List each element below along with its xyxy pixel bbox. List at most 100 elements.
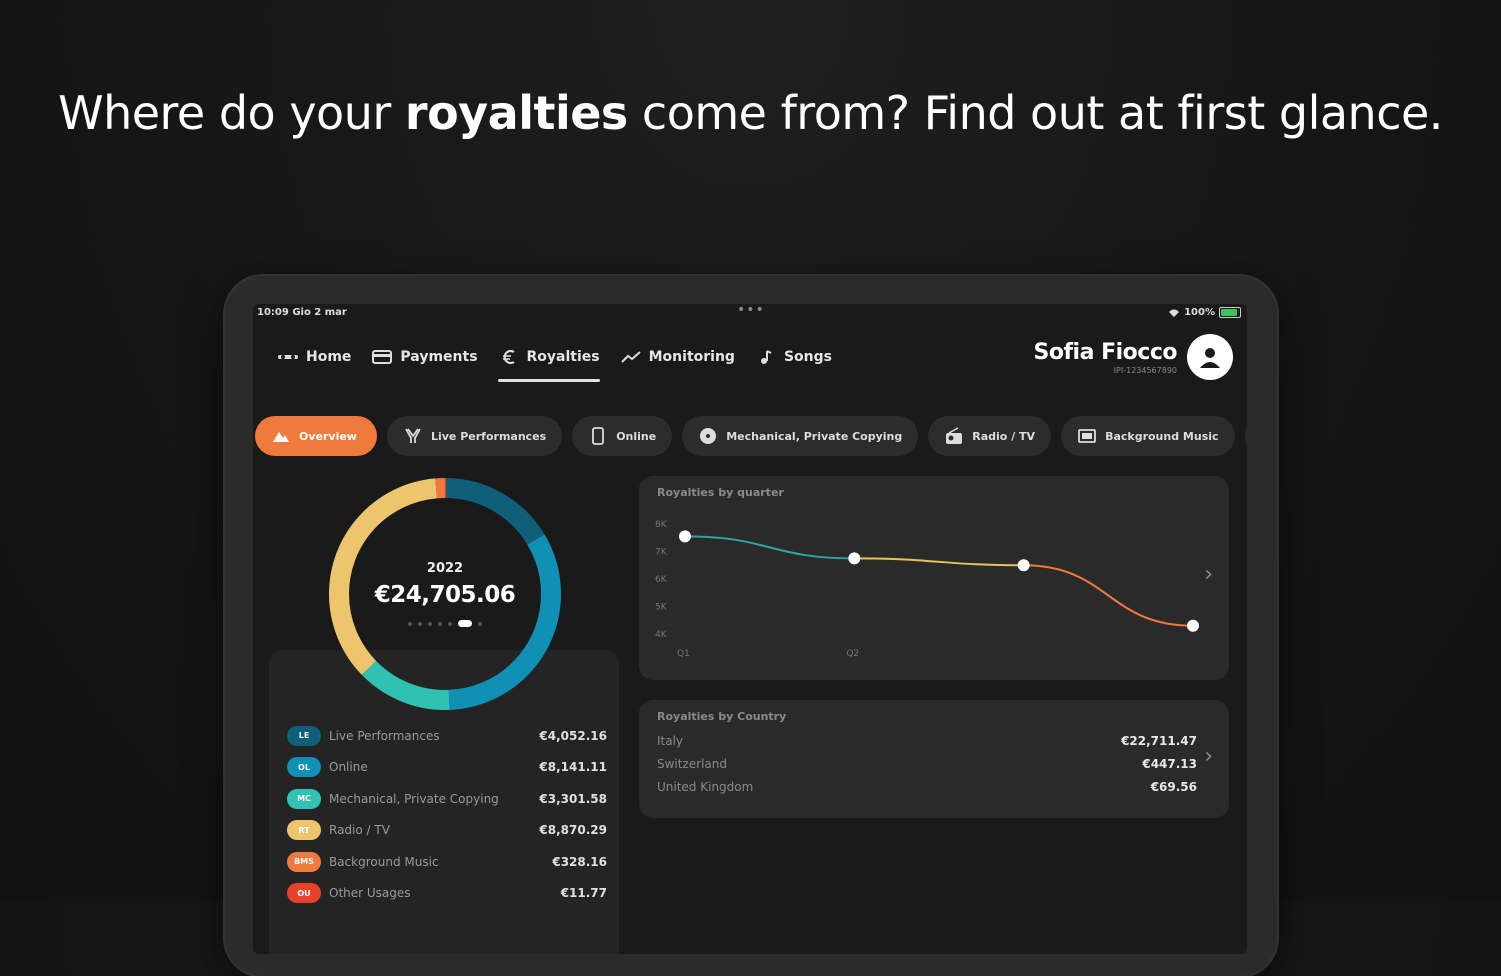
y-tick-label: 7K — [655, 548, 668, 558]
category-chips: Overview Live Performances Online Mechan… — [255, 416, 1247, 456]
live-icon — [405, 428, 421, 443]
nav-label: Payments — [400, 349, 478, 365]
chip-label: Overview — [299, 429, 357, 443]
nav-item-songs[interactable]: Songs — [755, 342, 832, 372]
country-name: United Kingdom — [657, 780, 754, 794]
country-value: €22,711.47 — [1121, 734, 1197, 748]
trend-icon — [620, 351, 641, 363]
legend-label: Other Usages — [329, 886, 411, 901]
category-badge: RT — [287, 820, 321, 841]
disc-icon — [700, 428, 717, 444]
category-badge: MC — [287, 788, 321, 809]
user-id: IPI-1234567890 — [1113, 365, 1177, 375]
chip-live-performances[interactable]: Live Performances — [386, 416, 563, 456]
legend-row[interactable]: OL Online €8,141.11 — [287, 752, 607, 784]
country-value: €447.13 — [1142, 757, 1197, 771]
multitask-dots[interactable]: ••• — [737, 304, 765, 318]
chip-background-music[interactable]: Background Music — [1061, 416, 1235, 456]
category-badge: OL — [287, 757, 321, 778]
main-nav: Home Payments Royalties Monitoring Songs — [277, 342, 852, 382]
headline-bold: royalties — [404, 86, 628, 140]
quarter-card[interactable]: Royalties by quarter 8K 7K 6K 5K 4K Q1 Q2 › — [639, 476, 1229, 680]
nav-item-payments[interactable]: Payments — [371, 342, 478, 372]
user-profile[interactable]: Sofia Fiocco IPI-1234567890 — [1034, 334, 1233, 380]
legend-label: Radio / TV — [329, 823, 390, 838]
data-point[interactable] — [679, 530, 691, 543]
country-name: Italy — [657, 734, 684, 748]
chip-label: Live Performances — [430, 429, 547, 443]
country-card-title: Royalties by Country — [657, 710, 787, 723]
battery-percent: 100% — [1184, 307, 1215, 318]
music-note-icon — [760, 350, 772, 364]
headline-part1: Where do your — [58, 86, 405, 140]
donut-year: 2022 — [426, 561, 464, 576]
data-point[interactable] — [1017, 559, 1030, 572]
category-badge: BMS — [287, 851, 321, 872]
legend-value: €8,141.11 — [539, 760, 607, 775]
donut-pager[interactable] — [408, 620, 482, 627]
chip-online[interactable]: Online — [572, 416, 673, 456]
legend-value: €4,052.16 — [539, 728, 607, 743]
legend-label: Mechanical, Private Copying — [329, 791, 499, 806]
royalties-donut[interactable]: 2022 €24,705.06 — [327, 476, 563, 712]
legend-row[interactable]: MC Mechanical, Private Copying €3,301.58 — [287, 783, 607, 815]
legend-value: €8,870.29 — [539, 823, 607, 838]
series-line-segment — [854, 557, 1024, 567]
nav-item-monitoring[interactable]: Monitoring — [620, 342, 735, 372]
country-row: United Kingdom €69.56 — [657, 780, 1197, 794]
category-badge: LE — [287, 725, 321, 746]
legend-row[interactable]: LE Live Performances €4,052.16 — [287, 720, 607, 752]
nav-item-home[interactable]: Home — [277, 342, 351, 372]
x-tick-label: Q1 — [677, 649, 690, 659]
y-tick-label: 6K — [655, 575, 668, 585]
radio-icon — [946, 427, 963, 444]
data-point[interactable] — [848, 552, 861, 565]
x-tick-label: Q2 — [846, 649, 859, 659]
overview-icon — [273, 432, 289, 442]
series-line-segment — [1023, 564, 1194, 627]
chip-other[interactable]: O — [1244, 416, 1247, 456]
nav-label: Songs — [783, 349, 832, 365]
nav-label: Monitoring — [648, 349, 735, 365]
legend-value: €328.16 — [552, 854, 607, 869]
chevron-right-icon[interactable]: › — [1204, 562, 1213, 587]
wifi-icon — [1169, 309, 1180, 317]
legend-row[interactable]: RT Radio / TV €8,870.29 — [287, 815, 607, 847]
y-tick-label: 5K — [655, 603, 668, 613]
phone-icon — [592, 427, 605, 445]
country-row: Switzerland €447.13 — [657, 757, 1197, 771]
status-time: 10:09 Gio 2 mar — [257, 307, 347, 318]
status-right: 100% — [1168, 307, 1241, 318]
country-row: Italy €22,711.47 — [657, 734, 1197, 748]
nav-label: Home — [306, 349, 352, 365]
chip-label: Online — [616, 429, 657, 443]
euro-icon — [502, 349, 515, 365]
legend-row[interactable]: BMS Background Music €328.16 — [287, 846, 607, 878]
chip-overview[interactable]: Overview — [255, 416, 377, 456]
status-bar: 10:09 Gio 2 mar ••• 100% — [253, 304, 1247, 326]
royalties-legend: LE Live Performances €4,052.16 OL Online €8,1… — [287, 720, 607, 909]
chip-label: Background Music — [1105, 429, 1219, 443]
chip-radio-tv[interactable]: Radio / TV — [928, 416, 1052, 456]
chip-label: Radio / TV — [972, 429, 1036, 443]
chip-mechanical[interactable]: Mechanical, Private Copying — [682, 416, 919, 456]
battery-icon — [1219, 307, 1241, 318]
chevron-right-icon[interactable]: › — [1204, 744, 1213, 769]
y-tick-label: 8K — [655, 520, 668, 530]
category-badge: OU — [287, 883, 321, 904]
headline: Where do your royalties come from? Find … — [0, 78, 1501, 148]
legend-label: Live Performances — [329, 728, 440, 743]
data-point[interactable] — [1187, 619, 1199, 632]
legend-value: €3,301.58 — [539, 791, 607, 806]
background-music-icon — [1078, 429, 1096, 443]
user-avatar-icon[interactable] — [1187, 334, 1233, 380]
home-icon — [278, 355, 298, 359]
user-name: Sofia Fiocco — [1033, 339, 1178, 365]
nav-item-royalties[interactable]: Royalties — [497, 342, 600, 382]
chip-label: Mechanical, Private Copying — [726, 429, 903, 443]
legend-label: Online — [329, 760, 368, 775]
legend-row[interactable]: OU Other Usages €11.77 — [287, 878, 607, 910]
app-screen: 10:09 Gio 2 mar ••• 100% Home Payments R… — [253, 304, 1247, 954]
legend-value: €11.77 — [560, 886, 607, 901]
country-card[interactable]: Royalties by Country Italy €22,711.47 Sw… — [639, 700, 1229, 818]
